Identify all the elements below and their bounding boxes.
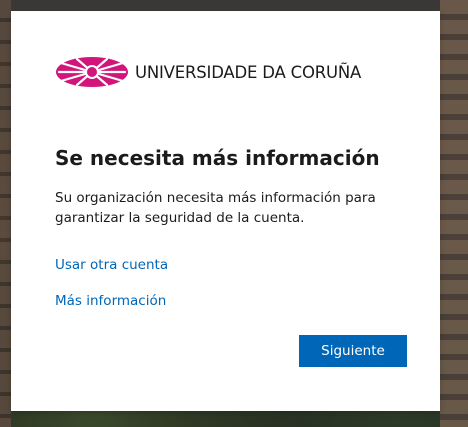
use-other-account-link[interactable]: Usar otra cuenta <box>55 257 168 273</box>
background-right-edge <box>440 0 468 427</box>
dialog-description: Su organización necesita más información… <box>55 190 376 226</box>
udc-logo-icon <box>56 57 128 87</box>
more-info-link[interactable]: Más información <box>55 293 166 309</box>
background-left-edge <box>0 0 11 427</box>
signin-dialog: UNIVERSIDADE DA CORUÑA Se necesita más i… <box>11 11 440 411</box>
dialog-title: Se necesita más información <box>55 146 380 170</box>
organization-logo: UNIVERSIDADE DA CORUÑA <box>55 55 361 89</box>
next-button[interactable]: Siguiente <box>299 335 407 367</box>
organization-name: UNIVERSIDADE DA CORUÑA <box>135 62 362 82</box>
